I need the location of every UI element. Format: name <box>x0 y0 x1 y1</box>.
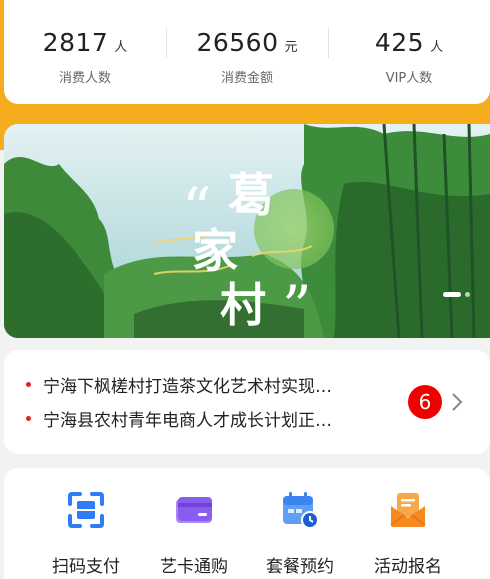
scan-icon <box>68 492 104 528</box>
stat-value: 26560 <box>196 28 279 57</box>
stat-amount[interactable]: 26560 元 消费金额 <box>166 0 328 86</box>
stat-value: 425 <box>374 28 425 57</box>
service-label: 活动报名 <box>374 557 442 577</box>
service-package-booking[interactable]: 套餐预约 <box>248 490 352 577</box>
bullet-icon <box>26 416 31 421</box>
stat-unit: 元 <box>284 40 298 55</box>
stat-value-row: 2817 人 <box>4 28 166 57</box>
home-page: 2817 人 消费人数 26560 元 消费金额 425 人 VIP人数 “ 葛… <box>0 0 490 579</box>
carousel-indicator <box>443 292 470 297</box>
stat-value-row: 425 人 <box>328 28 490 57</box>
envelope-icon <box>390 493 426 527</box>
stat-vip[interactable]: 425 人 VIP人数 <box>328 0 490 86</box>
stat-value-row: 26560 元 <box>166 28 328 57</box>
stat-unit: 人 <box>430 40 444 55</box>
stat-label: 消费金额 <box>220 71 273 86</box>
banner-carousel[interactable]: “ 葛 家 村 ” <box>4 124 490 338</box>
stat-label: 消费人数 <box>58 71 111 86</box>
news-item[interactable]: 宁海下枫槎村打造茶文化艺术村实现… <box>26 372 381 397</box>
title-char: 村 <box>220 278 266 332</box>
title-char: 葛 <box>228 168 274 222</box>
quote-close: ” <box>282 273 312 338</box>
carousel-dot-active[interactable] <box>443 292 461 297</box>
card-icon <box>176 497 212 523</box>
stat-value: 2817 <box>42 28 109 57</box>
news-title: 宁海县农村青年电商人才成长计划正… <box>43 411 332 431</box>
service-scan-pay[interactable]: 扫码支付 <box>34 490 138 577</box>
calendar-clock-icon <box>283 492 319 529</box>
news-title: 宁海下枫槎村打造茶文化艺术村实现… <box>43 377 332 397</box>
stat-unit: 人 <box>114 40 128 55</box>
news-count-badge: 6 <box>408 385 442 419</box>
carousel-dot[interactable] <box>465 292 470 297</box>
news-item[interactable]: 宁海县农村青年电商人才成长计划正… <box>26 406 381 431</box>
service-art-card[interactable]: 艺卡通购 <box>142 490 246 577</box>
services-card: 扫码支付 艺卡通购 套餐预约 活动报名 <box>4 468 490 579</box>
service-event-signup[interactable]: 活动报名 <box>356 490 460 577</box>
bullet-icon <box>26 382 31 387</box>
title-char: 家 <box>192 224 238 278</box>
stat-consumers[interactable]: 2817 人 消费人数 <box>4 0 166 86</box>
service-label: 艺卡通购 <box>160 557 228 577</box>
service-label: 套餐预约 <box>266 557 334 577</box>
service-label: 扫码支付 <box>52 557 120 577</box>
stat-label: VIP人数 <box>385 71 433 86</box>
chevron-right-icon[interactable] <box>450 392 464 412</box>
banner-title: “ 葛 家 村 ” <box>182 158 322 338</box>
stats-card: 2817 人 消费人数 26560 元 消费金额 425 人 VIP人数 <box>4 0 490 104</box>
